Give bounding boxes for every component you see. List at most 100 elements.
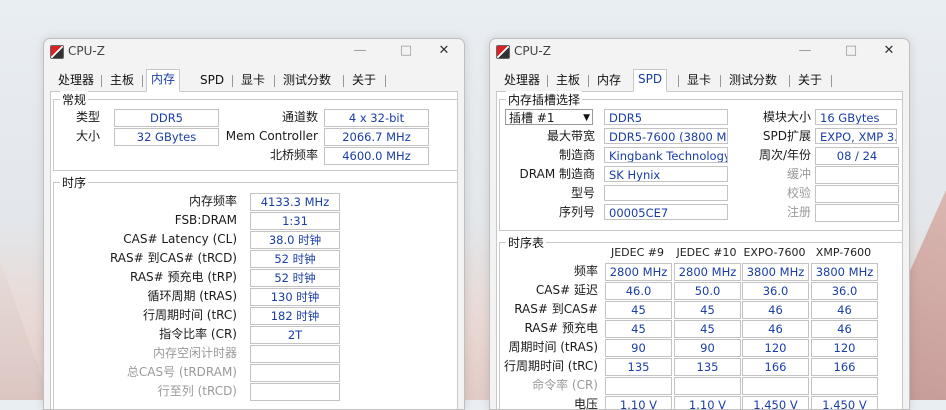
max-bandwidth-value: DDR5-7600 (3800 MHz) [604, 128, 728, 144]
timing-table-row-label: RAS# 预充电 [524, 321, 598, 335]
timing-table-cell: 45 [674, 301, 741, 319]
mem-controller-value: 2066.7 MHz [324, 128, 429, 146]
timing-column-header: JEDEC #10 [676, 246, 737, 259]
tab-bench[interactable]: 测试分数 [725, 71, 781, 90]
timing-table-group-title: 时序表 [506, 234, 547, 251]
correction-value [815, 185, 899, 203]
window-title: CPU-Z [68, 44, 105, 58]
cpuz-app-icon [50, 45, 64, 59]
timing-table-cell: 3800 MHz [742, 263, 809, 281]
minimize-button[interactable]: — [352, 43, 368, 59]
timing-table-cell: 46 [742, 320, 809, 338]
timing-table-cell: 46 [811, 301, 878, 319]
tab-cpu[interactable]: 处理器 [500, 71, 544, 90]
week-year-label: 周次/年份 [758, 148, 811, 162]
general-group-title: 常规 [60, 91, 89, 108]
week-year-value: 08 / 24 [815, 147, 899, 165]
tab-mainboard[interactable]: 主板 [552, 71, 584, 90]
timing-table-cell: 36.0 [742, 282, 809, 300]
timing-table-cell: 135 [605, 358, 672, 376]
window-title: CPU-Z [514, 44, 551, 58]
tab-separator [343, 75, 344, 87]
timing-column-header: JEDEC #9 [610, 246, 664, 259]
buffered-label: 缓冲 [786, 167, 811, 181]
timing-table-cell: 1.10 V [674, 396, 741, 409]
registered-value [815, 204, 899, 222]
title-bar[interactable]: CPU-Z — □ ✕ [490, 39, 909, 63]
timings-group: 时序 内存频率 4133.3 MHz FSB:DRAM 1:31 CAS# Latenc… [53, 174, 458, 409]
channels-label: 通道数 [281, 110, 318, 124]
timing-label: CAS# Latency (CL) [123, 232, 237, 246]
module-size-value: 16 GBytes [815, 109, 897, 125]
tab-cpu[interactable]: 处理器 [54, 71, 98, 90]
general-group: 常规 类型 DDR5 大小 32 GBytes 通道数 4 x 32-bit M… [53, 91, 458, 171]
tab-separator [101, 75, 102, 87]
tab-bench[interactable]: 测试分数 [279, 71, 335, 90]
timing-table-cell: 1.450 V [742, 396, 809, 409]
timing-table-cell: 166 [811, 358, 878, 376]
timing-table-cell: 120 [811, 339, 878, 357]
tab-spd[interactable]: SPD [196, 71, 228, 90]
timing-table-cell: 166 [742, 358, 809, 376]
type-label: 类型 [75, 110, 100, 124]
tab-bar: 处理器 主板 内存 SPD 显卡 测试分数 关于 [50, 69, 458, 92]
timing-label: 内存频率 [188, 194, 237, 208]
tab-graphics[interactable]: 显卡 [237, 71, 269, 90]
close-button[interactable]: ✕ [881, 43, 897, 59]
timing-value: 130 时钟 [250, 288, 340, 306]
tab-panel-memory: 常规 类型 DDR5 大小 32 GBytes 通道数 4 x 32-bit M… [50, 91, 458, 409]
tab-separator [232, 75, 233, 87]
timing-table-cell: 1.450 V [811, 396, 878, 409]
tab-separator [274, 75, 275, 87]
max-bandwidth-label: 最大带宽 [546, 129, 595, 143]
cpuz-window-spd: CPU-Z — □ ✕ 处理器 主板 内存 SPD 显卡 测试分数 关于 内存插… [489, 38, 910, 410]
tab-mainboard[interactable]: 主板 [106, 71, 138, 90]
slot-group: 内存插槽选择 插槽 #1 ▼ DDR5 最大带宽 DDR5-7600 (3800… [499, 91, 903, 231]
timing-table-cell: 3800 MHz [811, 263, 878, 281]
timing-value: 52 时钟 [250, 250, 340, 268]
timing-label: RAS# 预充电 (tRP) [129, 270, 237, 284]
timing-table-cell: 1.10 V [605, 396, 672, 409]
tab-memory[interactable]: 内存 [593, 71, 625, 90]
dram-manufacturer-value: SK Hynix [604, 166, 728, 182]
close-button[interactable]: ✕ [436, 43, 452, 59]
timing-value [250, 383, 340, 401]
tab-graphics[interactable]: 显卡 [683, 71, 715, 90]
maximize-button[interactable]: □ [843, 43, 859, 59]
timing-value: 52 时钟 [250, 269, 340, 287]
minimize-button[interactable]: — [797, 43, 813, 59]
northbridge-value: 4600.0 MHz [324, 147, 429, 165]
correction-label: 校验 [786, 186, 811, 200]
tab-separator [789, 75, 790, 87]
tab-about[interactable]: 关于 [794, 71, 826, 90]
timing-table-cell [605, 377, 672, 395]
timing-value: 1:31 [250, 212, 340, 230]
timing-column-header: EXPO-7600 [743, 246, 806, 259]
part-number-label: 型号 [570, 186, 595, 200]
timing-table-cell: 45 [674, 320, 741, 338]
part-number-value [604, 185, 728, 201]
tab-bar: 处理器 主板 内存 SPD 显卡 测试分数 关于 [496, 69, 903, 92]
northbridge-label: 北桥频率 [269, 148, 318, 162]
cpuz-app-icon [496, 45, 510, 59]
tab-separator [588, 75, 589, 87]
spd-type-value: DDR5 [604, 109, 728, 125]
manufacturer-label: 制造商 [558, 148, 595, 162]
tab-memory[interactable]: 内存 [146, 69, 181, 92]
timing-table-row-label: CAS# 延迟 [535, 283, 598, 297]
timing-table-row-label: 频率 [573, 264, 598, 278]
timing-table-cell: 135 [674, 358, 741, 376]
timing-table-cell: 120 [742, 339, 809, 357]
slot-select-dropdown[interactable]: 插槽 #1 ▼ [505, 109, 593, 125]
tab-about[interactable]: 关于 [348, 71, 380, 90]
title-bar[interactable]: CPU-Z — □ ✕ [44, 39, 464, 63]
timing-table-cell: 46 [811, 320, 878, 338]
tab-spd[interactable]: SPD [633, 69, 668, 92]
timing-table-cell: 90 [605, 339, 672, 357]
type-value: DDR5 [114, 109, 219, 127]
timings-group-title: 时序 [60, 174, 89, 191]
tab-separator [720, 75, 721, 87]
timing-label: RAS# 到CAS# (tRCD) [109, 251, 237, 265]
timing-label: FSB:DRAM [174, 213, 237, 227]
maximize-button[interactable]: □ [398, 43, 414, 59]
